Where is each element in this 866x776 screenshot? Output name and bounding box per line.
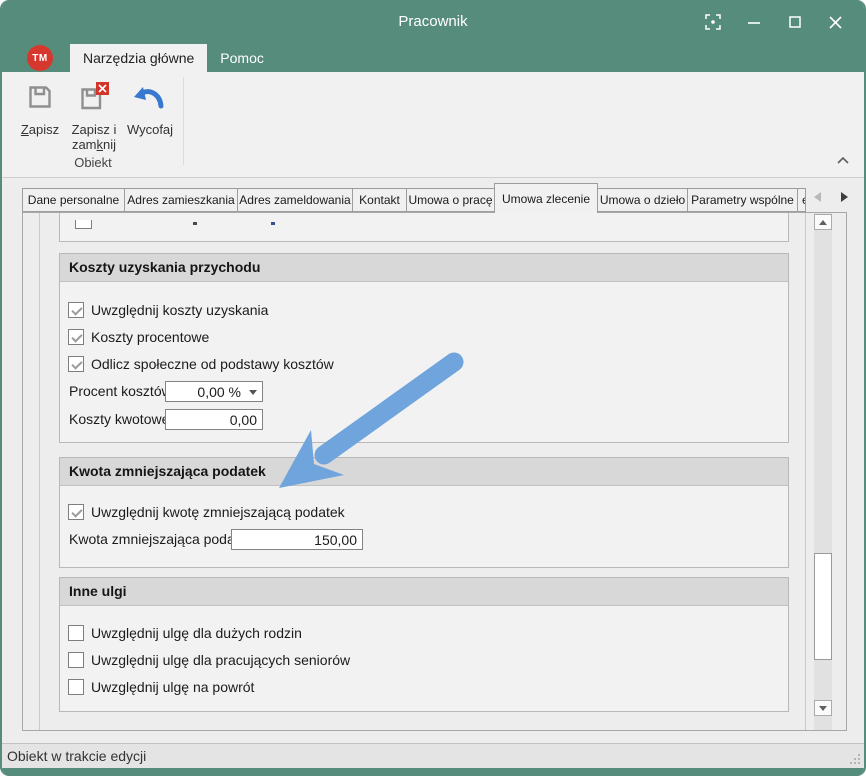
checkbox-ulga-seniorzy[interactable] [68,652,84,668]
checkbox-uwzglednij-koszty-uzyskania[interactable] [68,302,84,318]
checkbox-label: Uwzględnij koszty uzyskania [91,302,268,319]
minimize-icon [747,15,761,29]
vertical-scrollbar[interactable] [814,213,832,730]
checkbox-ulga-na-powrot[interactable] [68,679,84,695]
combobox-value: 0,00 % [197,384,241,400]
save-icon [25,82,55,118]
group-header: Inne ulgi [60,578,788,606]
tab-adres-zamieszkania[interactable]: Adres zamieszkania [124,188,238,212]
maximize-icon [789,16,801,28]
tab-parametry-wspolne[interactable]: Parametry wspólne [687,188,798,212]
tab-kontakt[interactable]: Kontakt [352,188,407,212]
checkbox-partial[interactable] [75,220,92,229]
save-button-label: Zapisz [21,122,59,137]
scroll-panel-right-edge [805,213,806,730]
field-row: Koszty kwotowe: [60,409,788,430]
field-label: Procent kosztów: [69,381,176,402]
scroll-down-icon [819,706,827,711]
tab-umowa-o-dzielo[interactable]: Umowa o dzieło [597,188,688,212]
fit-screen-icon[interactable] [692,6,733,38]
group-koszty-uzyskania-przychodu: Koszty uzyskania przychodu Uwzględnij ko… [59,253,789,443]
scroll-up-icon [819,220,827,225]
tab-partial[interactable]: e [797,188,806,212]
checkbox-label: Uwzględnij ulgę na powrót [91,679,254,696]
checkbox-label: Koszty procentowe [91,329,209,346]
titlebar: Pracownik [2,0,864,44]
field-label: Kwota zmniejszająca podatek: [69,529,257,550]
checkbox-odlicz-spoleczne[interactable] [68,356,84,372]
close-button[interactable] [815,6,856,38]
statusbar: Obiekt w trakcie edycji [2,743,864,768]
ribbon-group-label: Obiekt [2,155,184,170]
undo-icon [133,82,167,118]
tab-adres-zameldowania[interactable]: Adres zameldowania [237,188,353,212]
koszty-kwotowe-input[interactable] [165,409,263,430]
kwota-zmniejszajaca-input[interactable] [231,529,363,550]
tab-umowa-zlecenie[interactable]: Umowa zlecenie [494,183,598,213]
group-kwota-zmniejszajaca-podatek: Kwota zmniejszająca podatek Uwzględnij k… [59,457,789,568]
tab-dane-personalne[interactable]: Dane personalne [22,188,125,212]
fit-screen-glyph [704,13,722,31]
tab-scroll-right-icon[interactable] [841,192,848,202]
tab-scroll-left-icon[interactable] [814,192,821,202]
checkbox-koszty-procentowe[interactable] [68,329,84,345]
save-and-close-icon [78,82,110,118]
ribbon-tab-pomoc[interactable]: Pomoc [207,44,277,72]
app-logo-text: TM [32,53,47,64]
checkbox-label: Odlicz społeczne od podstawy kosztów [91,356,334,373]
resize-grip-icon[interactable] [848,752,861,765]
checkbox-label: Uwzględnij ulgę dla pracujących seniorów [91,652,350,669]
window-bottom-edge [2,768,864,776]
app-logo[interactable]: TM [27,45,53,71]
save-and-close-button-label: Zapisz i zamknij [72,122,117,152]
tab-page-umowa-zlecenie: Koszty uzyskania przychodu Uwzględnij ko… [22,212,847,731]
checkbox-label: Uwzględnij ulgę dla dużych rodzin [91,625,302,642]
ribbon-group-separator [183,77,184,165]
scroll-panel-left-edge [39,213,40,730]
field-row: Kwota zmniejszająca podatek: [60,529,788,550]
app-window: Pracownik [0,0,866,776]
tab-umowa-o-prace[interactable]: Umowa o pracę [406,188,495,212]
group-header: Kwota zmniejszająca podatek [60,458,788,486]
chevron-up-icon [836,156,850,165]
scrollbar-up-button[interactable] [814,214,832,230]
clipped-text-fragment [193,222,197,225]
ribbon-tab-row: TM Narzędzia główne Pomoc [2,44,864,72]
group-inne-ulgi: Inne ulgi Uwzględnij ulgę dla dużych rod… [59,577,789,712]
collapse-ribbon-button[interactable] [836,152,852,164]
ribbon: Zapisz Zapisz i zamknij [2,72,864,178]
window-controls [692,0,856,44]
ribbon-tab-narzedzia-glowne[interactable]: Narzędzia główne [70,44,207,72]
scrollbar-thumb[interactable] [814,553,832,660]
field-row: Procent kosztów: 0,00 % [60,381,788,402]
clipped-text-fragment [271,222,275,225]
field-label: Koszty kwotowe: [69,409,173,430]
close-icon [828,15,843,30]
group-partial-top [59,213,789,242]
dropdown-arrow-icon [249,390,257,395]
group-header: Koszty uzyskania przychodu [60,254,788,282]
checkbox-ulga-duze-rodziny[interactable] [68,625,84,641]
undo-button-label: Wycofaj [127,122,173,137]
checkbox-uwzglednij-kwote-zmniejszajaca[interactable] [68,504,84,520]
main-content: Dane personalne Adres zamieszkania Adres… [2,178,864,743]
status-text: Obiekt w trakcie edycji [7,748,146,764]
scrollbar-down-button[interactable] [814,700,832,716]
checkbox-label: Uwzględnij kwotę zmniejszającą podatek [91,504,345,521]
procent-kosztow-combobox[interactable]: 0,00 % [165,381,263,402]
maximize-button[interactable] [774,6,815,38]
minimize-button[interactable] [733,6,774,38]
